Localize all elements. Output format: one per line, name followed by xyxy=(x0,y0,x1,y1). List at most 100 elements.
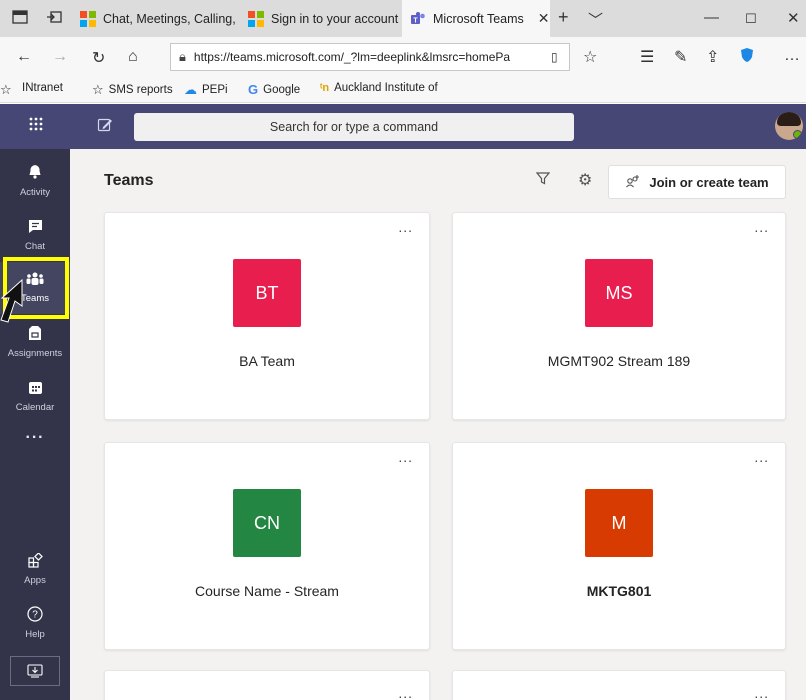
team-name: MKTG801 xyxy=(586,583,652,599)
team-avatar-tile: M xyxy=(585,489,653,557)
extension-shield-icon[interactable] xyxy=(740,47,754,68)
rail-label: Chat xyxy=(24,240,46,252)
favorite-pepi[interactable]: ☁ PEPi xyxy=(184,82,228,98)
team-card-partial[interactable]: ... xyxy=(104,670,430,700)
svg-text:?: ? xyxy=(32,610,38,621)
reading-view-icon[interactable]: ▯ xyxy=(551,50,558,64)
rail-label: Apps xyxy=(24,574,46,586)
tab-actions-icon[interactable] xyxy=(12,9,30,27)
command-search-box[interactable]: Search for or type a command xyxy=(134,113,574,141)
microsoft-logo-icon xyxy=(80,10,96,27)
lock-icon: 🔒︎ xyxy=(179,49,186,64)
favorite-label: INtranet xyxy=(22,82,63,94)
join-or-create-team-button[interactable]: Join or create team xyxy=(608,165,786,199)
svg-text:T: T xyxy=(413,17,418,24)
rail-item-calendar[interactable]: Calendar xyxy=(0,370,70,422)
bell-icon xyxy=(28,164,42,184)
favorite-label: PEPi xyxy=(202,84,228,96)
share-icon[interactable]: ⇪ xyxy=(706,47,719,67)
favorites-bar: ☆ INtranet ☆ SMS reports ☁ PEPi G Google… xyxy=(0,77,806,103)
more-options-icon[interactable]: ... xyxy=(754,449,769,465)
calendar-icon xyxy=(28,380,43,399)
rail-label: Activity xyxy=(19,187,51,198)
chat-icon xyxy=(28,219,43,238)
rail-item-activity[interactable]: Activity xyxy=(0,155,70,207)
team-name: BA Team xyxy=(239,353,295,369)
tab-microsoft-teams[interactable]: T Microsoft Teams ✕ xyxy=(402,0,550,37)
favorite-google[interactable]: G Google xyxy=(248,82,300,97)
favorite-sms-reports[interactable]: ☆ SMS reports xyxy=(92,82,173,98)
team-card-mktg801[interactable]: ... M MKTG801 xyxy=(452,442,786,650)
search-placeholder: Search for or type a command xyxy=(269,120,439,134)
google-icon: G xyxy=(248,82,259,97)
close-window-icon[interactable]: ✕ xyxy=(787,9,800,27)
team-card-course-name[interactable]: ... CN Course Name - Stream xyxy=(104,442,430,650)
teams-logo-icon: T xyxy=(411,11,425,24)
team-card-ba-team[interactable]: ... BT BA Team xyxy=(104,212,430,420)
presence-available-icon xyxy=(793,130,802,139)
more-icon: ··· xyxy=(25,429,45,446)
rail-item-chat[interactable]: Chat xyxy=(0,209,70,261)
download-desktop-app-icon[interactable] xyxy=(10,656,60,686)
rail-label: Assignments xyxy=(7,348,63,359)
more-options-icon[interactable]: ... xyxy=(398,685,413,700)
rail-label: Calendar xyxy=(15,401,55,413)
institute-logo-icon: ᵗn xyxy=(320,82,330,94)
maximize-icon[interactable]: ☐ xyxy=(745,11,757,27)
browser-tab-strip: Chat, Meetings, Calling, Sign in to your… xyxy=(0,0,806,37)
favorite-intranet[interactable]: INtranet xyxy=(22,82,63,94)
favorites-hub-icon[interactable]: ☰ xyxy=(640,47,654,67)
filter-icon[interactable] xyxy=(535,171,551,189)
forward-icon[interactable]: → xyxy=(52,48,68,66)
gear-icon[interactable]: ⚙ xyxy=(578,170,592,190)
url-text: https://teams.microsoft.com/_?lm=deeplin… xyxy=(193,50,511,64)
team-card-mgmt902[interactable]: ... MS MGMT902 Stream 189 xyxy=(452,212,786,420)
favorite-star-icon[interactable]: ☆ xyxy=(583,47,597,67)
team-card-partial[interactable]: ... xyxy=(452,670,786,700)
tab-title: Chat, Meetings, Calling, xyxy=(103,11,236,26)
rail-label: Help xyxy=(25,629,45,640)
settings-more-icon[interactable]: … xyxy=(784,47,800,65)
favorite-auckland-institute[interactable]: ᵗn Auckland Institute of xyxy=(320,82,438,94)
more-options-icon[interactable]: ... xyxy=(754,219,769,235)
favorite-label: Google xyxy=(263,83,301,96)
set-aside-tabs-icon[interactable] xyxy=(46,9,64,27)
pen-icon[interactable]: ✎ xyxy=(674,47,687,67)
back-icon[interactable]: ← xyxy=(16,48,32,66)
team-avatar-tile: BT xyxy=(233,259,301,327)
rail-item-help[interactable]: ? Help xyxy=(0,597,70,649)
more-options-icon[interactable]: ... xyxy=(754,685,769,700)
more-options-icon[interactable]: ... xyxy=(398,219,413,235)
more-options-icon[interactable]: ... xyxy=(398,449,413,465)
new-tab-icon[interactable]: + xyxy=(558,7,569,28)
rail-more-apps[interactable]: ··· xyxy=(0,418,70,458)
assignments-icon xyxy=(28,325,42,345)
app-launcher-icon[interactable] xyxy=(28,116,46,134)
tab-title: Microsoft Teams xyxy=(433,11,524,26)
favorite-label: SMS reports xyxy=(108,84,173,96)
teams-header: Search for or type a command xyxy=(0,104,806,149)
tab-chat-meetings[interactable]: Chat, Meetings, Calling, xyxy=(72,0,238,37)
apps-icon xyxy=(27,551,43,572)
team-name: Course Name - Stream xyxy=(195,583,339,599)
join-button-label: Join or create team xyxy=(649,174,769,190)
help-icon: ? xyxy=(27,606,43,626)
rail-item-apps[interactable]: Apps xyxy=(0,543,70,595)
page-title: Teams xyxy=(104,172,154,189)
star-icon: ☆ xyxy=(92,82,104,97)
tab-sign-in[interactable]: Sign in to your account xyxy=(240,0,400,37)
avatar[interactable] xyxy=(775,112,803,140)
tab-close-icon[interactable]: ✕ xyxy=(538,10,550,27)
new-chat-icon[interactable] xyxy=(97,117,113,137)
team-avatar-tile: MS xyxy=(585,259,653,327)
home-icon[interactable]: ⌂ xyxy=(128,48,138,66)
address-toolbar: ← → ↻ ⌂ 🔒︎ https://teams.microsoft.com/_… xyxy=(0,37,806,77)
address-bar[interactable]: 🔒︎ https://teams.microsoft.com/_?lm=deep… xyxy=(170,43,570,71)
team-name: MGMT902 Stream 189 xyxy=(547,353,691,369)
minimize-icon[interactable]: — xyxy=(704,9,719,26)
add-team-icon xyxy=(625,174,641,191)
refresh-icon[interactable]: ↻ xyxy=(92,48,105,68)
team-avatar-tile: CN xyxy=(233,489,301,557)
pointer-arrow-icon xyxy=(0,278,23,323)
chevron-down-icon[interactable]: ﹀ xyxy=(588,9,603,30)
